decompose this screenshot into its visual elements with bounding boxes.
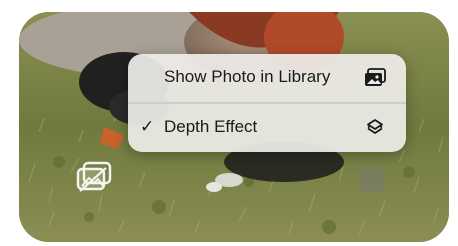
menu-item-label: Show Photo in Library <box>164 67 331 86</box>
checkmark-icon: ✓ <box>140 117 155 136</box>
context-menu: Show Photo in Library ✓ Depth Effect <box>128 54 406 152</box>
photo-library-icon <box>364 68 386 88</box>
menu-item-show-photo-in-library[interactable]: Show Photo in Library <box>128 54 406 102</box>
live-photo-depth-icon[interactable] <box>74 160 116 196</box>
menu-item-label: Depth Effect <box>164 117 258 136</box>
photo-thumbnail-marker <box>360 168 384 192</box>
menu-item-depth-effect[interactable]: ✓ Depth Effect <box>128 104 406 152</box>
depth-layers-icon <box>364 118 386 138</box>
